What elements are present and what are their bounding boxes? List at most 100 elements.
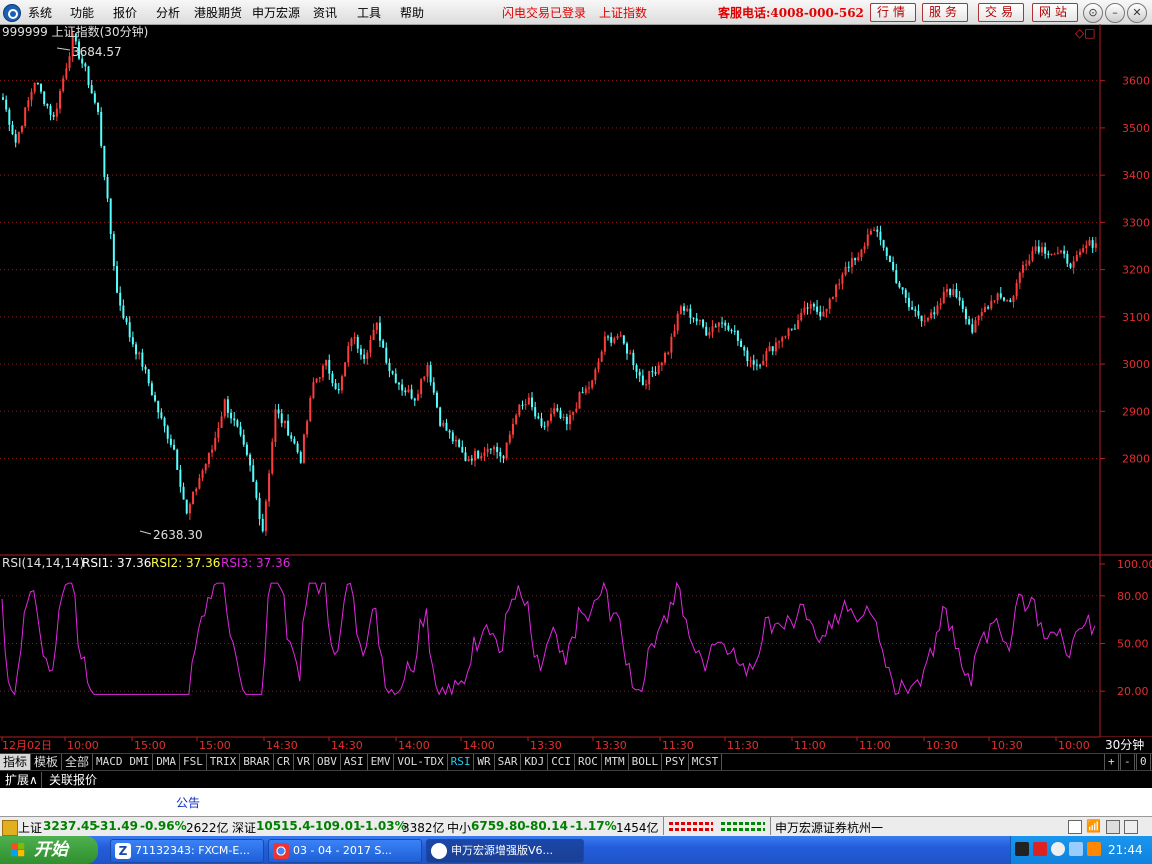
price-tick-label: 3400 — [1122, 169, 1150, 182]
candle-body — [702, 319, 705, 327]
candle-body — [366, 352, 369, 359]
candle-body — [435, 392, 438, 408]
candle-body — [325, 359, 328, 366]
candle-body — [480, 455, 483, 459]
tab-模板[interactable]: 模板 — [31, 754, 63, 770]
rsi3-line — [1, 581, 1096, 697]
task-swhy[interactable]: 申万宏源增强版V6... — [426, 839, 584, 863]
tab-macd[interactable]: MACD — [93, 754, 127, 770]
network-icon[interactable]: 📶 — [1086, 819, 1101, 833]
tab-emv[interactable]: EMV — [367, 754, 395, 770]
candle-body — [787, 328, 790, 337]
candle-body — [1034, 246, 1037, 251]
rsi3-value: RSI3: 37.36 — [221, 556, 290, 570]
lock-icon[interactable] — [2, 820, 18, 836]
bulletin-label[interactable]: 公告 — [176, 794, 200, 811]
candle-body — [1078, 251, 1081, 256]
candle-body — [201, 470, 204, 479]
candle-body — [945, 289, 948, 292]
task-chrome[interactable]: 03 - 04 - 2017 S... — [268, 839, 422, 863]
rsi-axis: 20.00 50.00 80.00 100.00 — [1100, 558, 1152, 698]
candle-body — [942, 291, 945, 304]
window-icon[interactable] — [1068, 820, 1082, 834]
tab-indicator[interactable]: 指标 — [0, 754, 32, 770]
tab-psy[interactable]: PSY — [662, 754, 689, 770]
candle-body — [233, 418, 236, 421]
candle-body — [242, 434, 245, 445]
tab-mtm[interactable]: MTM — [601, 754, 629, 770]
tray-ime-icon[interactable] — [1087, 842, 1101, 856]
tab-dma[interactable]: DMA — [153, 754, 181, 770]
candle-body — [949, 289, 952, 296]
tab-cr[interactable]: CR — [273, 754, 294, 770]
candle-body — [591, 380, 594, 388]
sh-change: -31.49 — [95, 819, 138, 833]
candle-body — [844, 266, 847, 275]
candle-body — [185, 499, 188, 514]
tab-kdj[interactable]: KDJ — [521, 754, 549, 770]
rsi-tick-label: 20.00 — [1117, 685, 1149, 698]
related-quote-tab[interactable]: 关联报价 — [46, 772, 100, 788]
tab-mcst[interactable]: MCST — [688, 754, 723, 770]
tray-security-icon[interactable] — [1033, 842, 1047, 856]
tab-wr[interactable]: WR — [474, 754, 495, 770]
candle-body — [413, 398, 416, 401]
candle-body — [559, 410, 562, 418]
tab-control-2[interactable]: 0 — [1136, 754, 1151, 770]
candle-body — [309, 397, 312, 422]
tab-vol-tdx[interactable]: VOL-TDX — [394, 754, 448, 770]
chart-corner-icons[interactable]: ◇□ — [1075, 26, 1096, 40]
tab-dmi[interactable]: DMI — [126, 754, 154, 770]
candle-body — [1088, 240, 1091, 246]
tab-roc[interactable]: ROC — [575, 754, 602, 770]
tray-volume-icon[interactable] — [1069, 842, 1083, 856]
tab-fsl[interactable]: FSL — [180, 754, 207, 770]
candle-body — [59, 91, 62, 109]
candle-body — [315, 378, 318, 383]
tray-network-icon[interactable] — [1051, 842, 1065, 856]
candle-body — [825, 308, 828, 312]
tab-control-1[interactable]: - — [1120, 754, 1135, 770]
tab-rsi[interactable]: RSI — [447, 754, 475, 770]
tab-vr[interactable]: VR — [293, 754, 315, 770]
tab-obv[interactable]: OBV — [314, 754, 341, 770]
candle-body — [198, 478, 201, 489]
candle-body — [632, 352, 635, 366]
tab-cci[interactable]: CCI — [548, 754, 576, 770]
index-ticker: 上证 3237.45 -31.49 -0.96% 2622亿 深证 10515.… — [0, 816, 1152, 837]
tab-asi[interactable]: ASI — [340, 754, 368, 770]
candle-body — [1082, 248, 1085, 252]
chart-area[interactable]: 999999 上证指数(30分钟) ◇□ 3684.57 2638.30 RSI… — [0, 0, 1152, 753]
clock[interactable]: 21:44 — [1108, 843, 1143, 857]
price-tick-label: 3500 — [1122, 122, 1150, 135]
candle-body — [448, 430, 451, 433]
candles-layer — [2, 30, 1097, 536]
tab-全部[interactable]: 全部 — [62, 754, 94, 770]
expand-tab[interactable]: 扩展∧ — [2, 772, 42, 788]
tab-trix[interactable]: TRIX — [206, 754, 241, 770]
candle-body — [524, 404, 527, 406]
settings-icon[interactable] — [1124, 820, 1138, 834]
tab-brar[interactable]: BRAR — [240, 754, 274, 770]
candle-body — [613, 338, 616, 343]
candle-body — [762, 360, 765, 366]
candle-body — [293, 438, 296, 444]
tray-app-icon[interactable] — [1015, 842, 1029, 856]
high-label: 3684.57 — [72, 45, 122, 59]
task-fxcm[interactable]: Z 71132343: FXCM-E... — [110, 839, 264, 863]
candle-body — [277, 409, 280, 414]
candle-body — [1018, 272, 1021, 283]
candle-body — [5, 99, 8, 110]
tab-boll[interactable]: BOLL — [628, 754, 663, 770]
zx-value: 6759.80 — [471, 819, 526, 833]
candle-body — [569, 414, 572, 425]
tab-control-0[interactable]: + — [1104, 754, 1119, 770]
candle-body — [781, 337, 784, 342]
start-button[interactable]: 开始 — [0, 836, 98, 864]
period-label[interactable]: 30分钟 — [1105, 737, 1144, 752]
tab-sar[interactable]: SAR — [494, 754, 522, 770]
candle-body — [961, 300, 964, 309]
lock-status-icon[interactable] — [1106, 820, 1120, 834]
candle-body — [708, 332, 711, 336]
candle-body — [645, 384, 648, 386]
